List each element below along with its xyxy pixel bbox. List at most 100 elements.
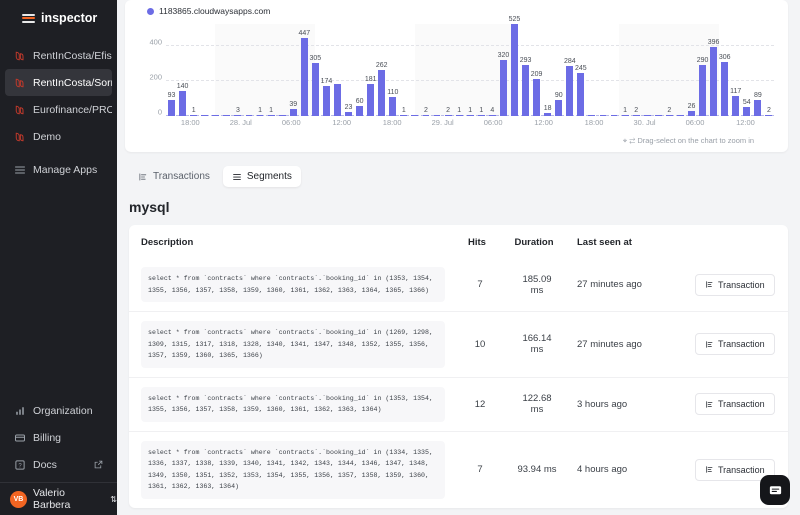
chart-bar[interactable]: [345, 112, 352, 116]
chart-bar-slot[interactable]: 1: [476, 24, 487, 116]
chart-bar-slot[interactable]: 320: [498, 24, 509, 116]
chart-bar-slot[interactable]: 2: [420, 24, 431, 116]
sidebar-item-docs[interactable]: ? Docs: [5, 451, 112, 478]
chart-bar[interactable]: [677, 115, 684, 117]
chart-bar-slot[interactable]: [653, 24, 664, 116]
chart-bar[interactable]: [732, 96, 739, 117]
chart-bar[interactable]: [445, 115, 452, 117]
chart-bar[interactable]: [290, 109, 297, 116]
chart-bar[interactable]: [754, 100, 761, 116]
chart-bar-slot[interactable]: [609, 24, 620, 116]
chart-bar-slot[interactable]: 93: [166, 24, 177, 116]
chart-bar[interactable]: [279, 115, 286, 117]
chart-bar-slot[interactable]: 4: [487, 24, 498, 116]
chart-bar-slot[interactable]: 1: [465, 24, 476, 116]
chart-bar[interactable]: [633, 115, 640, 117]
chart-bar[interactable]: [378, 70, 385, 116]
chart-bar-slot[interactable]: 2: [763, 24, 774, 116]
chart-bar-slot[interactable]: 1: [454, 24, 465, 116]
chart-bar-slot[interactable]: 447: [299, 24, 310, 116]
sidebar-item-organization[interactable]: Organization: [5, 397, 112, 424]
sidebar-item-rentincosta-efisio[interactable]: RentInCosta/Efisio: [5, 42, 112, 69]
chart-bar[interactable]: [334, 84, 341, 116]
chart-bar[interactable]: [600, 115, 607, 117]
chart-bar-slot[interactable]: 26: [686, 24, 697, 116]
chart-bar-slot[interactable]: 2: [443, 24, 454, 116]
chart-bar[interactable]: [588, 115, 595, 117]
chart-bar[interactable]: [666, 115, 673, 117]
chart-bar-slot[interactable]: 181: [365, 24, 376, 116]
sidebar-item-demo[interactable]: Demo: [5, 123, 112, 150]
chart-bar-slot[interactable]: 60: [354, 24, 365, 116]
chart-bar[interactable]: [511, 24, 518, 116]
chart-bar-slot[interactable]: 1: [188, 24, 199, 116]
chart-bar-slot[interactable]: [586, 24, 597, 116]
chart-bar-slot[interactable]: 525: [509, 24, 520, 116]
chart-bar[interactable]: [522, 65, 529, 116]
tab-segments[interactable]: Segments: [223, 166, 301, 187]
chart-bar[interactable]: [644, 115, 651, 117]
chart-bar[interactable]: [268, 115, 275, 117]
chart-bar-slot[interactable]: [243, 24, 254, 116]
chart-bar-slot[interactable]: 140: [177, 24, 188, 116]
chart-bar-slot[interactable]: 89: [752, 24, 763, 116]
chart-bar-slot[interactable]: 262: [376, 24, 387, 116]
chart-plot[interactable]: 0200400931401311394473051742360181262110…: [166, 24, 774, 116]
chart-bar[interactable]: [655, 115, 662, 117]
chart-bar-slot[interactable]: 1: [620, 24, 631, 116]
chart-bar-slot[interactable]: 293: [520, 24, 531, 116]
chart-bar-slot[interactable]: 306: [719, 24, 730, 116]
chart-bar-slot[interactable]: 2: [631, 24, 642, 116]
chart-bar[interactable]: [611, 115, 618, 117]
chart-bar[interactable]: [179, 91, 186, 116]
chart-bar[interactable]: [389, 97, 396, 116]
chart-bar-slot[interactable]: 174: [321, 24, 332, 116]
chart-bar-slot[interactable]: 209: [531, 24, 542, 116]
chart-bar[interactable]: [257, 115, 264, 117]
chart-bar-slot[interactable]: 23: [343, 24, 354, 116]
chart-bar-slot[interactable]: [210, 24, 221, 116]
chart-bar-slot[interactable]: [277, 24, 288, 116]
chart-bar[interactable]: [555, 100, 562, 116]
chart-bar-slot[interactable]: 290: [697, 24, 708, 116]
transaction-button[interactable]: Transaction: [695, 274, 775, 296]
chart-bar-slot[interactable]: 396: [708, 24, 719, 116]
chart-bar[interactable]: [323, 86, 330, 116]
chart-bar-slot[interactable]: 39: [288, 24, 299, 116]
chart-bar[interactable]: [765, 115, 772, 117]
chart-bar-slot[interactable]: [597, 24, 608, 116]
chart-bar[interactable]: [688, 111, 695, 116]
chart-bar[interactable]: [400, 115, 407, 117]
chart-bar-slot[interactable]: 284: [564, 24, 575, 116]
chart-bar[interactable]: [212, 115, 219, 117]
chart-bar[interactable]: [223, 115, 230, 117]
chart-bar[interactable]: [489, 115, 496, 117]
sidebar-item-manage-apps[interactable]: Manage Apps: [5, 156, 112, 183]
chart-bar[interactable]: [367, 84, 374, 116]
chart-bar-slot[interactable]: 90: [553, 24, 564, 116]
chart-bar[interactable]: [246, 115, 253, 117]
sidebar-item-billing[interactable]: Billing: [5, 424, 112, 451]
chart-bar[interactable]: [168, 100, 175, 116]
chart-bar[interactable]: [743, 107, 750, 116]
chart-bar[interactable]: [423, 115, 430, 117]
chart-bar[interactable]: [710, 47, 717, 116]
tab-transactions[interactable]: Transactions: [129, 166, 219, 187]
chat-widget-button[interactable]: [760, 475, 790, 505]
chart-bar-slot[interactable]: [409, 24, 420, 116]
chart-bar-slot[interactable]: 2: [664, 24, 675, 116]
transaction-button[interactable]: Transaction: [695, 393, 775, 415]
user-menu[interactable]: VB Valerio Barbera ⇅: [0, 482, 117, 515]
chart-bar-slot[interactable]: 3: [232, 24, 243, 116]
chart-bar-slot[interactable]: 1: [398, 24, 409, 116]
chart-bar[interactable]: [533, 79, 540, 116]
chart-bar-slot[interactable]: 117: [730, 24, 741, 116]
chart-bar-slot[interactable]: [199, 24, 210, 116]
chart-bar[interactable]: [478, 115, 485, 117]
chart-bar-slot[interactable]: 1: [255, 24, 266, 116]
chart-bar[interactable]: [699, 65, 706, 116]
chart-bar[interactable]: [201, 115, 208, 117]
chart-bar[interactable]: [356, 106, 363, 117]
chart-bar[interactable]: [721, 62, 728, 116]
chart-bar[interactable]: [467, 115, 474, 117]
